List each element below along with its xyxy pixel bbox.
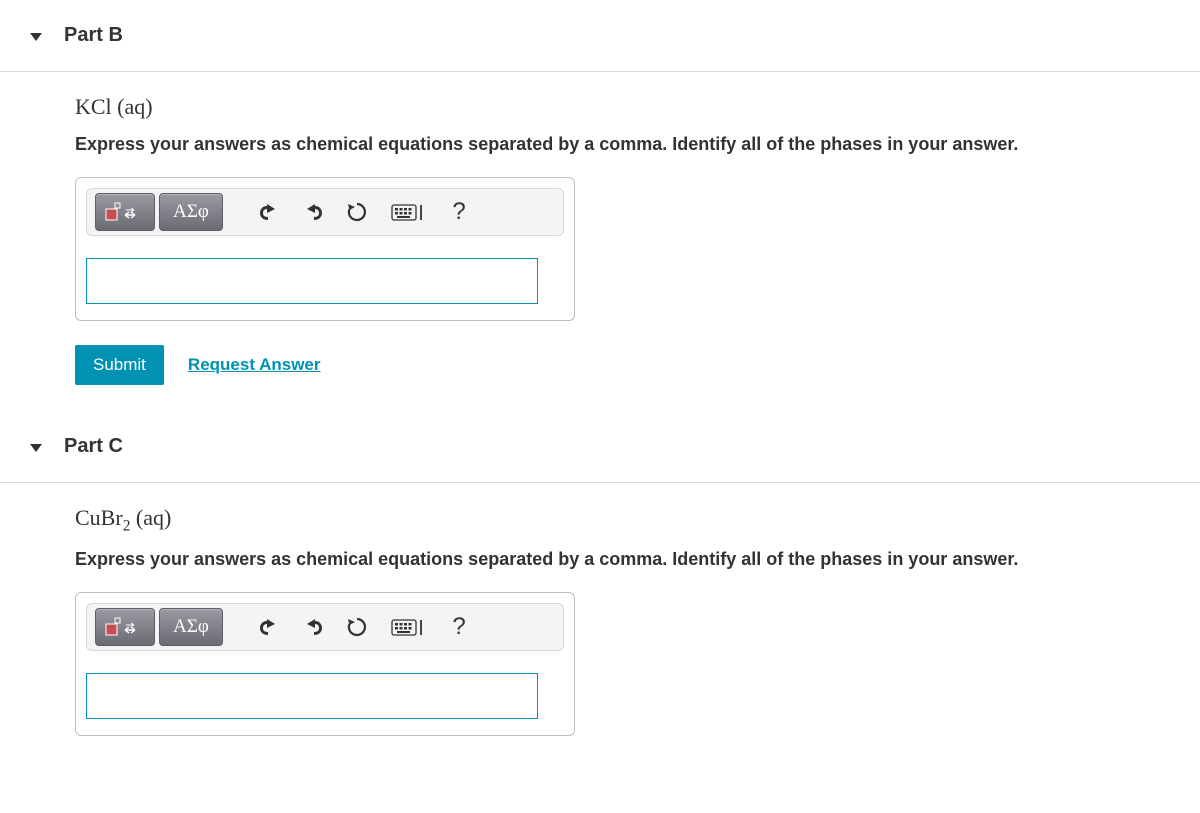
greek-symbols-button[interactable]: ΑΣφ xyxy=(159,608,223,646)
part-b-title: Part B xyxy=(64,24,123,47)
greek-symbols-button[interactable]: ΑΣφ xyxy=(159,193,223,231)
help-label: ? xyxy=(452,198,465,226)
redo-button[interactable] xyxy=(293,192,333,232)
redo-button[interactable] xyxy=(293,607,333,647)
equation-toolbar: ΑΣφ xyxy=(86,603,564,651)
part-c-title: Part C xyxy=(64,435,123,458)
part-c-header[interactable]: Part C xyxy=(0,411,1200,483)
help-button[interactable]: ? xyxy=(441,198,477,226)
equation-input[interactable] xyxy=(86,673,538,719)
part-b-body: KCl (aq) Express your answers as chemica… xyxy=(0,72,1200,411)
answer-widget: ΑΣφ xyxy=(75,592,575,736)
equation-input[interactable] xyxy=(86,258,538,304)
part-c-body: CuBr2 (aq) Express your answers as chemi… xyxy=(0,483,1200,786)
part-b-header[interactable]: Part B xyxy=(0,0,1200,72)
equation-toolbar: ΑΣφ xyxy=(86,188,564,236)
templates-button[interactable] xyxy=(95,608,155,646)
reset-button[interactable] xyxy=(337,607,377,647)
keyboard-button[interactable] xyxy=(381,616,437,638)
reset-button[interactable] xyxy=(337,192,377,232)
templates-button[interactable] xyxy=(95,193,155,231)
caret-down-icon xyxy=(30,444,42,452)
undo-button[interactable] xyxy=(249,192,289,232)
chemical-formula: KCl (aq) xyxy=(75,94,1180,120)
help-button[interactable]: ? xyxy=(441,613,477,641)
help-label: ? xyxy=(452,613,465,641)
request-answer-link[interactable]: Request Answer xyxy=(188,355,321,375)
instruction-text: Express your answers as chemical equatio… xyxy=(75,549,1180,570)
chemical-formula: CuBr2 (aq) xyxy=(75,505,1180,535)
greek-label: ΑΣφ xyxy=(173,616,209,638)
undo-button[interactable] xyxy=(249,607,289,647)
action-row: Submit Request Answer xyxy=(75,345,1180,385)
submit-button[interactable]: Submit xyxy=(75,345,164,385)
keyboard-button[interactable] xyxy=(381,201,437,223)
caret-down-icon xyxy=(30,33,42,41)
answer-widget: ΑΣφ xyxy=(75,177,575,321)
instruction-text: Express your answers as chemical equatio… xyxy=(75,134,1180,155)
greek-label: ΑΣφ xyxy=(173,201,209,223)
